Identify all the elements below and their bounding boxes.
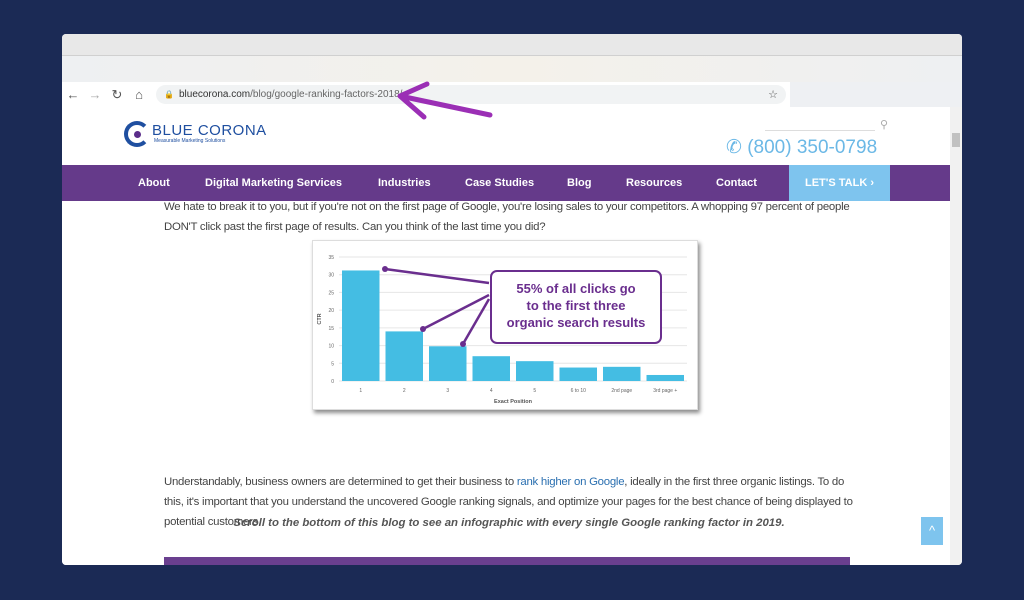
y-tick-label: 0 (331, 379, 334, 385)
bar (646, 374, 684, 381)
home-icon[interactable]: ⌂ (128, 87, 150, 102)
nav-industries[interactable]: Industries (378, 177, 431, 189)
arrowhead (460, 341, 466, 347)
nav-resources[interactable]: Resources (626, 177, 682, 189)
intro-paragraph: We hate to break it to you, but if you'r… (164, 201, 850, 233)
y-tick-label: 30 (328, 273, 334, 279)
address-bar-row: ← → ↻ ⌂ 🔒 bluecorona.com/blog/google-ran… (62, 82, 790, 107)
phone-number: (800) 350-0798 (747, 137, 878, 158)
url-path: /blog/google-ranking-factors-2018/ (250, 89, 403, 100)
y-tick-label: 25 (328, 290, 334, 296)
forward-icon[interactable]: → (84, 87, 106, 102)
bar (559, 367, 597, 381)
logo-text: BLUE CORONA (152, 122, 267, 139)
annotation-arrow-line (384, 267, 490, 285)
y-tick-label: 15 (328, 326, 334, 332)
url-input[interactable]: 🔒 bluecorona.com/blog/google-ranking-fac… (156, 85, 786, 104)
phone-link[interactable]: ✆ (800) 350-0798 (726, 136, 877, 159)
url-host: bluecorona.com (178, 89, 251, 100)
nav-about[interactable]: About (138, 177, 170, 189)
bar (603, 366, 641, 381)
tab-strip (62, 34, 962, 56)
x-tick-label: 6 to 10 (571, 388, 587, 394)
logo[interactable]: BLUE CORONA Measurable Marketing Solutio… (124, 121, 267, 147)
annotation-text: to the first three (527, 298, 626, 313)
blurred-extensions (790, 82, 962, 107)
back-to-top-button[interactable]: ^ (921, 517, 943, 545)
blurred-bookmarks-bar (62, 56, 962, 82)
x-axis-label: Exact Position (494, 399, 533, 405)
back-icon[interactable]: ← (62, 87, 84, 102)
y-tick-label: 20 (328, 308, 334, 314)
ctr-chart: 0 5 10 15 20 25 30 35 1 2 3 4 5 6 to 10 2nd page 3rd pa… (317, 255, 687, 405)
search-input[interactable] (765, 130, 875, 131)
browser-window: ← → ↻ ⌂ 🔒 bluecorona.com/blog/google-ran… (62, 34, 962, 565)
arrowhead (382, 266, 388, 272)
star-icon[interactable]: ☆ (768, 88, 778, 101)
bar (472, 356, 510, 381)
lets-talk-button[interactable]: LET'S TALK › (789, 165, 890, 201)
x-tick-label: 5 (533, 388, 536, 394)
lock-icon: 🔒 (164, 90, 174, 99)
arrowhead (420, 326, 426, 332)
ctr-chart-image: 0 5 10 15 20 25 30 35 1 2 3 4 5 6 to 10 2nd page 3rd pa… (312, 240, 698, 410)
scrollbar[interactable] (950, 107, 962, 565)
x-tick-label: 2nd page (611, 388, 632, 394)
annotation-text: 55% of all clicks go (516, 281, 635, 296)
y-tick-label: 35 (328, 255, 334, 261)
x-tick-label: 3rd page + (653, 388, 677, 394)
main-nav: About Digital Marketing Services Industr… (62, 165, 950, 201)
phone-icon: ✆ (726, 137, 748, 158)
nav-contact[interactable]: Contact (716, 177, 757, 189)
bar (516, 361, 554, 381)
x-tick-label: 3 (446, 388, 449, 394)
nav-blog[interactable]: Blog (567, 177, 591, 189)
bar (429, 346, 467, 381)
x-tick-label: 1 (359, 388, 362, 394)
x-tick-label: 4 (490, 388, 493, 394)
text: Understandably, business owners are dete… (164, 476, 517, 488)
nav-digital-marketing-services[interactable]: Digital Marketing Services (205, 177, 342, 189)
logo-icon (124, 121, 150, 147)
annotation-text: organic search results (507, 315, 646, 330)
nav-case-studies[interactable]: Case Studies (465, 177, 534, 189)
x-tick-label: 2 (403, 388, 406, 394)
y-tick-label: 5 (331, 361, 334, 367)
reload-icon[interactable]: ↻ (106, 87, 128, 103)
bar (342, 270, 380, 381)
bar (385, 331, 423, 381)
y-tick-label: 10 (328, 344, 334, 350)
web-page: BLUE CORONA Measurable Marketing Solutio… (62, 107, 950, 565)
purple-banner (164, 557, 850, 565)
annotation-arrow-line (422, 293, 490, 331)
search-icon[interactable]: ⚲ (880, 118, 888, 131)
scrollbar-thumb[interactable] (952, 133, 960, 147)
y-axis-label: CTR (317, 313, 323, 324)
infographic-note: Scroll to the bottom of this blog to see… (233, 517, 785, 529)
rank-higher-link[interactable]: rank higher on Google (517, 476, 625, 488)
